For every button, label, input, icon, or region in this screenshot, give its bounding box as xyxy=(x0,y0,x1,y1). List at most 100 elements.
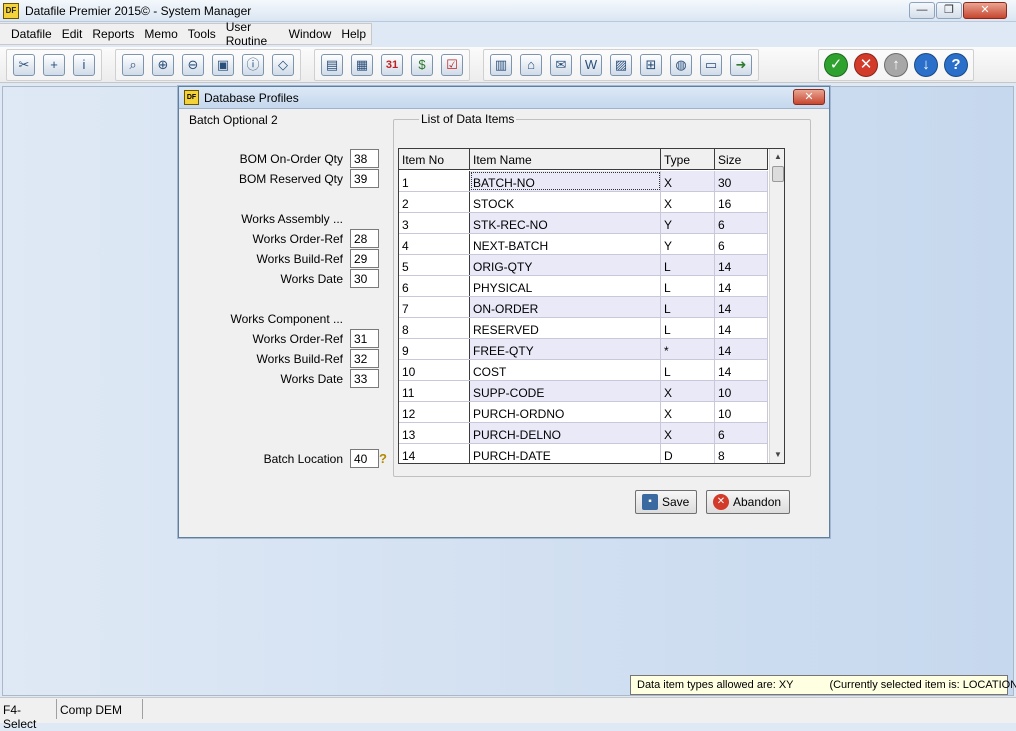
size-cell: 6 xyxy=(715,423,768,443)
arrow-down-icon[interactable]: ↓ xyxy=(913,52,939,78)
item-no-cell: 2 xyxy=(399,192,470,212)
add-record-icon[interactable]: ⊕ xyxy=(150,52,176,78)
export-icon[interactable]: ➜ xyxy=(728,52,754,78)
calendar-icon[interactable]: 31 xyxy=(379,52,405,78)
column-header-type[interactable]: Type xyxy=(661,149,715,169)
item-no-cell: 4 xyxy=(399,234,470,254)
menu-help[interactable]: Help xyxy=(336,27,371,41)
column-header-item-no[interactable]: Item No xyxy=(399,149,470,169)
globe-icon[interactable]: ◍ xyxy=(668,52,694,78)
table-row[interactable]: 12 PURCH-ORDNO X 10 xyxy=(399,402,768,423)
database-profiles-dialog: DF Database Profiles ✕ Batch Optional 2 … xyxy=(178,86,830,538)
menu-reports[interactable]: Reports xyxy=(87,27,139,41)
menu-window[interactable]: Window xyxy=(284,27,337,41)
help-icon[interactable]: ? xyxy=(943,52,969,78)
email-icon[interactable]: ✉ xyxy=(548,52,574,78)
cancel-icon[interactable]: ✕ xyxy=(853,52,879,78)
new-record-icon[interactable]: + xyxy=(41,52,67,78)
status-company: Comp DEM xyxy=(57,699,143,719)
type-cell: L xyxy=(661,297,715,317)
column-header-item-name[interactable]: Item Name xyxy=(470,149,661,169)
menu-user-routine[interactable]: User Routine xyxy=(221,20,284,48)
chart-icon[interactable]: ▥ xyxy=(488,52,514,78)
table-scrollbar[interactable]: ▲ ▼ xyxy=(769,149,784,463)
table-row[interactable]: 1 BATCH-NO X 30 xyxy=(399,171,768,192)
image-icon[interactable]: ▨ xyxy=(608,52,634,78)
menu-memo[interactable]: Memo xyxy=(139,27,182,41)
bom-on-order-qty-label: BOM On-Order Qty xyxy=(239,152,343,166)
bom-reserved-qty-input[interactable]: 39 xyxy=(350,169,379,188)
scroll-down-icon[interactable]: ▼ xyxy=(770,447,784,463)
printer-icon[interactable]: ▭ xyxy=(698,52,724,78)
works-assembly-date-input[interactable]: 30 xyxy=(350,269,379,288)
column-header-size[interactable]: Size xyxy=(715,149,768,169)
open-box-icon[interactable]: ▣ xyxy=(210,52,236,78)
abandon-icon: ✕ xyxy=(713,494,729,510)
item-name-cell: ORIG-QTY xyxy=(470,255,661,275)
data-type-hint: Data item types allowed are: XY (Current… xyxy=(630,675,1016,695)
table-row[interactable]: 8 RESERVED L 14 xyxy=(399,318,768,339)
data-items-table[interactable]: Item No Item Name Type Size 1 BATCH-NO X 30… xyxy=(398,148,785,464)
minimize-button[interactable]: — xyxy=(909,2,935,19)
title-bar: DF Datafile Premier 2015© - System Manag… xyxy=(0,0,1016,22)
calculator-icon[interactable]: ▦ xyxy=(349,52,375,78)
size-cell: 14 xyxy=(715,339,768,359)
close-window-button[interactable]: ✕ xyxy=(963,2,1007,19)
properties-icon[interactable]: ⓘ xyxy=(240,52,266,78)
restore-button[interactable]: ❐ xyxy=(936,2,962,19)
arrow-up-icon[interactable]: ↑ xyxy=(883,52,909,78)
size-cell: 6 xyxy=(715,234,768,254)
scroll-up-icon[interactable]: ▲ xyxy=(770,149,784,165)
table-row[interactable]: 11 SUPP-CODE X 10 xyxy=(399,381,768,402)
save-button[interactable]: ▪ Save xyxy=(635,490,697,514)
works-component-order-ref-input[interactable]: 31 xyxy=(350,329,379,348)
delete-record-icon[interactable]: ⊖ xyxy=(180,52,206,78)
item-no-cell: 9 xyxy=(399,339,470,359)
table-row[interactable]: 6 PHYSICAL L 14 xyxy=(399,276,768,297)
word-document-icon[interactable]: W xyxy=(578,52,604,78)
toolbar-group-output: ▥ ⌂ ✉ W ▨ ⊞ ◍ ▭ ➜ xyxy=(483,49,759,81)
table-row[interactable]: 5 ORIG-QTY L 14 xyxy=(399,255,768,276)
table-row[interactable]: 2 STOCK X 16 xyxy=(399,192,768,213)
item-name-cell: PURCH-DATE xyxy=(470,444,661,463)
home-icon[interactable]: ⌂ xyxy=(518,52,544,78)
cut-icon[interactable]: ✂ xyxy=(11,52,37,78)
table-row[interactable]: 13 PURCH-DELNO X 6 xyxy=(399,423,768,444)
table-row[interactable]: 10 COST L 14 xyxy=(399,360,768,381)
type-cell: X xyxy=(661,171,715,191)
works-component-order-ref-label: Works Order-Ref xyxy=(252,332,343,346)
abandon-button[interactable]: ✕ Abandon xyxy=(706,490,790,514)
works-assembly-order-ref-input[interactable]: 28 xyxy=(350,229,379,248)
table-row[interactable]: 3 STK-REC-NO Y 6 xyxy=(399,213,768,234)
menu-edit[interactable]: Edit xyxy=(57,27,88,41)
table-row[interactable]: 9 FREE-QTY * 14 xyxy=(399,339,768,360)
status-bar: F4-Select Comp DEM xyxy=(0,697,1016,731)
works-component-date-input[interactable]: 33 xyxy=(350,369,379,388)
batch-location-input[interactable]: 40 xyxy=(350,449,379,468)
item-name-cell: FREE-QTY xyxy=(470,339,661,359)
checklist-icon[interactable]: ☑ xyxy=(439,52,465,78)
document-icon[interactable]: ▤ xyxy=(319,52,345,78)
item-no-cell: 11 xyxy=(399,381,470,401)
works-assembly-build-ref-input[interactable]: 29 xyxy=(350,249,379,268)
menu-datafile[interactable]: Datafile xyxy=(6,27,57,41)
table-row[interactable]: 4 NEXT-BATCH Y 6 xyxy=(399,234,768,255)
record-info-icon[interactable]: i xyxy=(71,52,97,78)
bom-on-order-qty-input[interactable]: 38 xyxy=(350,149,379,168)
money-icon[interactable]: $ xyxy=(409,52,435,78)
scroll-thumb[interactable] xyxy=(772,166,784,182)
lookup-help-icon[interactable]: ? xyxy=(379,451,387,466)
confirm-icon[interactable]: ✓ xyxy=(823,52,849,78)
toolbar-group-tools: ▤ ▦ 31 $ ☑ xyxy=(314,49,470,81)
table-row[interactable]: 7 ON-ORDER L 14 xyxy=(399,297,768,318)
eraser-icon[interactable]: ◇ xyxy=(270,52,296,78)
search-icon[interactable]: ⌕ xyxy=(120,52,146,78)
works-component-build-ref-input[interactable]: 32 xyxy=(350,349,379,368)
item-name-cell: COST xyxy=(470,360,661,380)
menu-tools[interactable]: Tools xyxy=(183,27,221,41)
size-cell: 14 xyxy=(715,255,768,275)
table-row[interactable]: 14 PURCH-DATE D 8 xyxy=(399,444,768,463)
type-cell: L xyxy=(661,360,715,380)
dialog-close-button[interactable]: ✕ xyxy=(793,89,825,105)
add-window-icon[interactable]: ⊞ xyxy=(638,52,664,78)
